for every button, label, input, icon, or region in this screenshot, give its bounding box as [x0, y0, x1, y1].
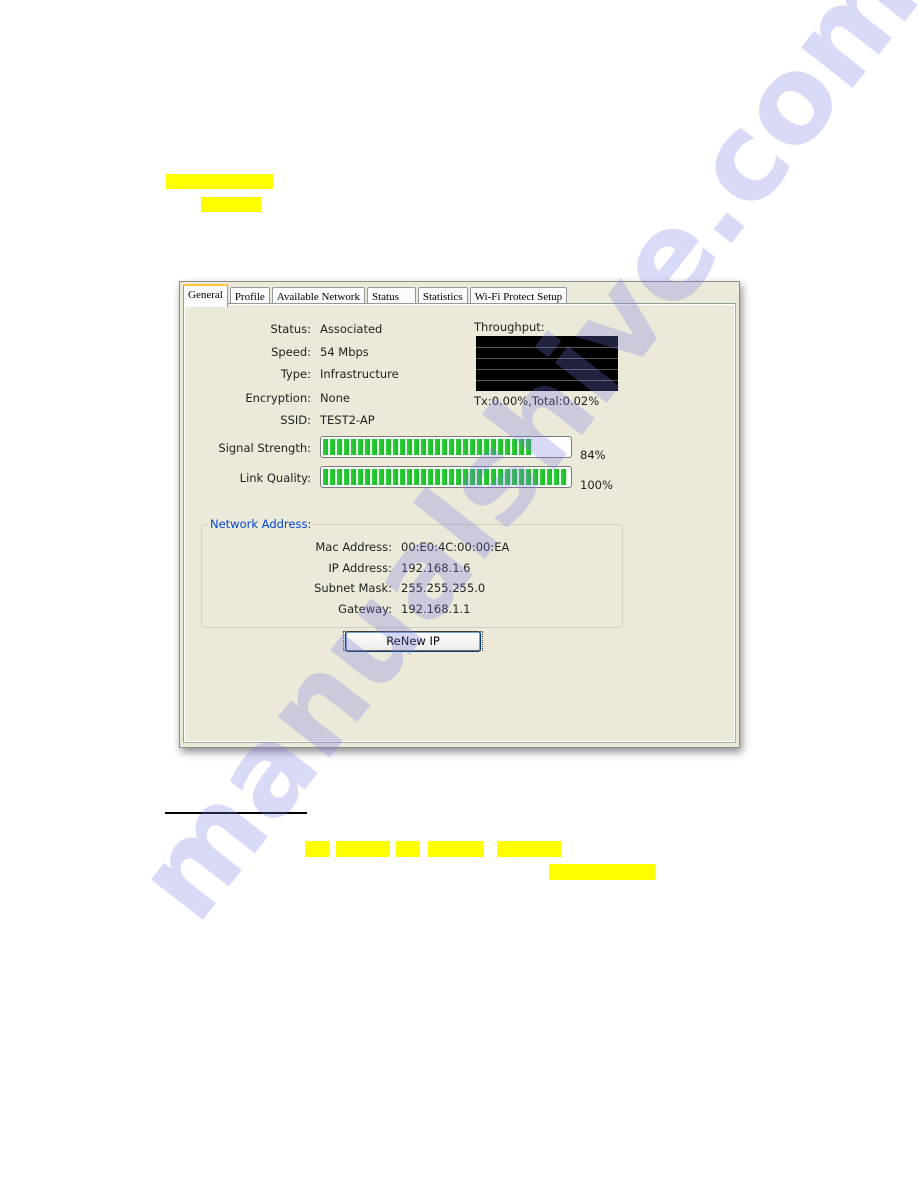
highlighted-text-1: [166, 174, 273, 189]
signal-strength-percent: 84%: [580, 448, 606, 462]
status-value: Associated: [320, 322, 383, 336]
highlighted-text-2: [201, 197, 261, 212]
throughput-label: Throughput:: [474, 320, 545, 334]
mac-address-label: Mac Address:: [315, 540, 392, 554]
tab-general[interactable]: General: [183, 284, 228, 307]
type-value: Infrastructure: [320, 367, 399, 381]
type-label: Type:: [280, 367, 311, 381]
general-pane: Status: Associated Speed: 54 Mbps Type: …: [183, 303, 736, 743]
wireless-utility-window: General Profile Available Network Status…: [179, 281, 740, 748]
gateway-label: Gateway:: [338, 602, 392, 616]
status-label: Status:: [270, 322, 311, 336]
network-address-group: Network Address: Mac Address: 00:E0:4C:0…: [201, 517, 623, 628]
encryption-label: Encryption:: [245, 391, 311, 405]
speed-value: 54 Mbps: [320, 345, 369, 359]
ip-address-value: 192.168.1.6: [401, 561, 471, 575]
renew-ip-label: ReNew IP: [343, 631, 483, 651]
subnet-mask-label: Subnet Mask:: [314, 581, 392, 595]
ssid-label: SSID:: [280, 413, 311, 427]
throughput-graph: [476, 336, 618, 391]
tab-bar: General Profile Available Network Status…: [183, 284, 569, 307]
highlighted-text-7: [497, 841, 561, 857]
subnet-mask-value: 255.255.255.0: [401, 581, 486, 595]
link-quality-label: Link Quality:: [239, 471, 311, 485]
link-quality-percent: 100%: [580, 478, 613, 492]
signal-strength-fill: [323, 439, 533, 455]
throughput-text: Tx:0.00%,Total:0.02%: [474, 394, 600, 408]
signal-strength-label: Signal Strength:: [218, 441, 311, 455]
highlighted-text-8: [549, 864, 655, 880]
network-address-title: Network Address:: [208, 517, 314, 531]
highlighted-text-3: [305, 841, 329, 857]
section-heading-underline: [165, 812, 307, 814]
link-quality-bar: [320, 466, 572, 488]
mac-address-value: 00:E0:4C:00:00:EA: [401, 540, 510, 554]
encryption-value: None: [320, 391, 351, 405]
gateway-value: 192.168.1.1: [401, 602, 471, 616]
highlighted-text-6: [428, 841, 484, 857]
ssid-value: TEST2-AP: [320, 413, 375, 427]
speed-label: Speed:: [271, 345, 311, 359]
highlighted-text-5: [396, 841, 420, 857]
ip-address-label: IP Address:: [328, 561, 392, 575]
signal-strength-bar: [320, 436, 572, 458]
link-quality-fill: [323, 469, 568, 485]
highlighted-text-4: [336, 841, 390, 857]
renew-ip-button[interactable]: ReNew IP: [343, 631, 483, 652]
